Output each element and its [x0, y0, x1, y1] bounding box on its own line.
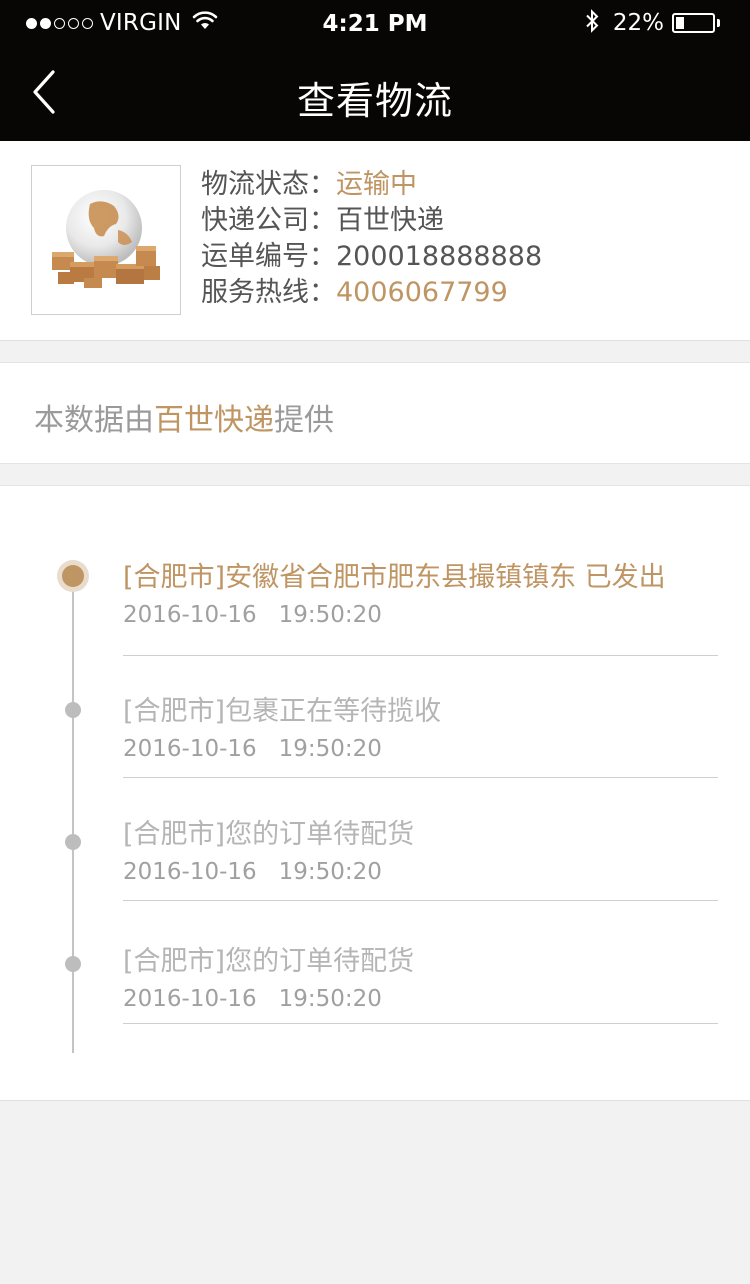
timeline-entry-time: 2016-10-16 19:50:20 — [123, 602, 382, 628]
tracking-timeline: [合肥市]安徽省合肥市肥东县撮镇镇东 已发出 2016-10-16 19:50:… — [0, 485, 750, 1101]
timeline-entry-text: [合肥市]您的订单待配货 — [123, 819, 415, 850]
data-provider-text: 本数据由百世快递提供 — [34, 395, 334, 439]
timeline-dot — [65, 956, 81, 972]
status-bar: VIRGIN 4:21 PM 22% — [0, 0, 750, 46]
provider-name: 百世快递 — [154, 403, 274, 438]
shipment-status-label: 物流状态： — [201, 169, 336, 200]
nav-bar: 查看物流 — [0, 46, 750, 141]
timeline-entry-text: [合肥市]您的订单待配货 — [123, 946, 415, 977]
shipment-image — [31, 165, 181, 315]
timeline-entry: [合肥市]包裹正在等待揽收 2016-10-16 19:50:20 — [123, 694, 718, 778]
timeline-dot — [65, 834, 81, 850]
service-hotline-label: 服务热线： — [201, 277, 336, 308]
timeline-entry-text: [合肥市]安徽省合肥市肥东县撮镇镇东 已发出 — [123, 562, 666, 593]
waybill-number-label: 运单编号： — [201, 241, 336, 272]
timeline-entry-time: 2016-10-16 19:50:20 — [123, 986, 382, 1012]
waybill-number-value: 200018888888 — [336, 241, 543, 272]
timeline-entry-time: 2016-10-16 19:50:20 — [123, 859, 382, 885]
waybill-number-row: 运单编号：200018888888 — [201, 239, 542, 275]
battery-icon — [672, 13, 715, 33]
courier-company-row: 快递公司：百世快递 — [201, 203, 542, 239]
provider-suffix: 提供 — [274, 403, 334, 438]
timeline-current-dot — [57, 560, 89, 592]
timeline-entry-text: [合肥市]包裹正在等待揽收 — [123, 696, 442, 727]
bluetooth-icon — [585, 9, 599, 37]
shipment-info-card: 物流状态：运输中 快递公司：百世快递 运单编号：200018888888 服务热… — [0, 141, 750, 341]
page-title: 查看物流 — [296, 79, 453, 123]
provider-prefix: 本数据由 — [34, 403, 154, 438]
courier-company-value: 百世快递 — [336, 205, 444, 236]
timeline-entry: [合肥市]您的订单待配货 2016-10-16 19:50:20 — [123, 944, 718, 1024]
timeline-entry: [合肥市]您的订单待配货 2016-10-16 19:50:20 — [123, 817, 718, 901]
courier-company-label: 快递公司： — [201, 205, 336, 236]
battery-percent: 22% — [612, 10, 664, 36]
data-provider-card: 本数据由百世快递提供 — [0, 362, 750, 464]
shipment-details: 物流状态：运输中 快递公司：百世快递 运单编号：200018888888 服务热… — [201, 167, 542, 311]
service-hotline-row: 服务热线：4006067799 — [201, 275, 542, 311]
timeline-dot — [65, 702, 81, 718]
status-right: 22% — [585, 9, 720, 37]
battery-tip — [717, 19, 720, 27]
shipment-status-value: 运输中 — [336, 169, 417, 200]
battery-fill — [676, 17, 684, 29]
timeline-line — [72, 578, 74, 1053]
timeline-entry: [合肥市]安徽省合肥市肥东县撮镇镇东 已发出 2016-10-16 19:50:… — [123, 560, 718, 656]
service-hotline-link[interactable]: 4006067799 — [336, 277, 508, 308]
timeline-entry-time: 2016-10-16 19:50:20 — [123, 736, 382, 762]
shipment-status-row: 物流状态：运输中 — [201, 167, 542, 203]
